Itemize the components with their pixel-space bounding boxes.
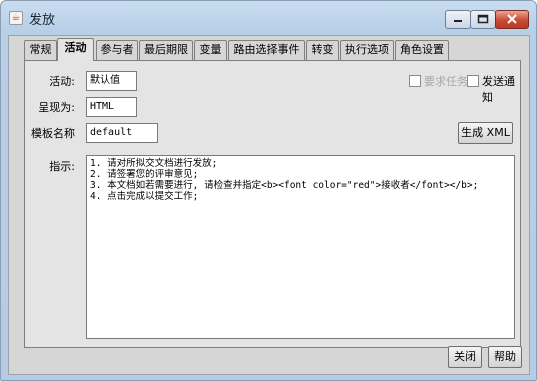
generate-xml-button[interactable]: 生成 XML xyxy=(458,122,513,144)
activity-field[interactable]: 默认值 xyxy=(86,71,137,91)
close-x-icon xyxy=(507,14,517,24)
required-task-checkbox[interactable] xyxy=(409,75,421,87)
dialog-window: ☕ 发放 常规 活动 参与者 最后期限 变量 路由选择事件 转变 执行选项 角色… xyxy=(0,0,537,381)
instruction-line: 4. 点击完成以提交工作; xyxy=(90,191,199,202)
required-task-label: 要求任务 xyxy=(424,75,468,88)
title-bar[interactable]: ☕ 发放 xyxy=(1,1,536,33)
java-cup-icon: ☕ xyxy=(9,11,23,25)
window-title: 发放 xyxy=(29,13,56,28)
send-notification-checkbox[interactable] xyxy=(467,75,479,87)
tab-routing-events[interactable]: 路由选择事件 xyxy=(228,40,305,60)
minimize-button[interactable] xyxy=(445,10,471,29)
tab-role-settings[interactable]: 角色设置 xyxy=(395,40,449,60)
instruction-line: 1. 请对所拟交文档进行发放; xyxy=(90,158,218,169)
activity-label: 活动: xyxy=(49,75,75,88)
tab-variables[interactable]: 变量 xyxy=(194,40,227,60)
instruction-line: 3. 本文档如若需要进行, 请检查并指定<b><font color="red"… xyxy=(90,180,479,191)
maximize-button[interactable] xyxy=(470,10,496,29)
help-button[interactable]: 帮助 xyxy=(488,346,522,368)
instructions-label: 指示: xyxy=(49,160,75,173)
close-window-button[interactable] xyxy=(495,10,529,29)
tab-participants[interactable]: 参与者 xyxy=(96,40,138,60)
template-name-label: 模板名称 xyxy=(31,127,75,140)
dialog-content: 常规 活动 参与者 最后期限 变量 路由选择事件 转变 执行选项 角色设置 活动… xyxy=(8,35,530,375)
instruction-line: 2. 请签署您的评审意见; xyxy=(90,169,199,180)
activity-panel: 活动: 默认值 呈现为: HTML 模板名称 default 要求任务 发送通知… xyxy=(24,60,521,348)
close-button[interactable]: 关闭 xyxy=(448,346,482,368)
present-as-field[interactable]: HTML xyxy=(86,97,137,117)
maximize-icon xyxy=(477,14,489,24)
tab-transitions[interactable]: 转变 xyxy=(306,40,339,60)
template-name-field[interactable]: default xyxy=(86,123,158,143)
send-notification-label: 发送通知 xyxy=(482,75,515,104)
instructions-textarea[interactable]: 1. 请对所拟交文档进行发放; 2. 请签署您的评审意见; 3. 本文档如若需要… xyxy=(86,155,515,339)
present-as-label: 呈现为: xyxy=(38,101,75,114)
tab-activity[interactable]: 活动 xyxy=(57,38,94,61)
tab-deadline[interactable]: 最后期限 xyxy=(139,40,193,60)
minimize-icon xyxy=(454,20,462,22)
tab-general[interactable]: 常规 xyxy=(24,40,57,60)
tab-execution-options[interactable]: 执行选项 xyxy=(340,40,394,60)
